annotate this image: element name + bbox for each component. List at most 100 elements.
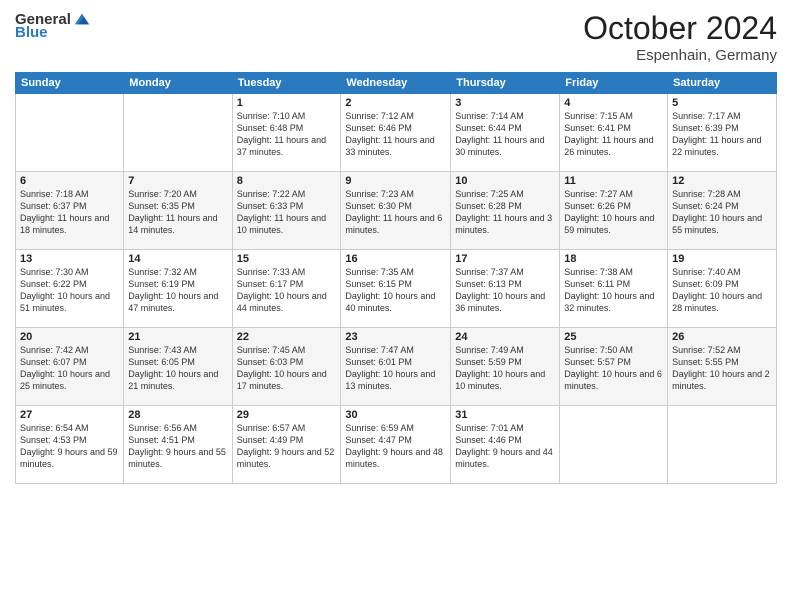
day-number: 1	[237, 97, 337, 109]
week-row-4: 20Sunrise: 7:42 AM Sunset: 6:07 PM Dayli…	[16, 328, 777, 406]
table-cell: 23Sunrise: 7:47 AM Sunset: 6:01 PM Dayli…	[341, 328, 451, 406]
day-number: 7	[128, 175, 227, 187]
table-cell: 29Sunrise: 6:57 AM Sunset: 4:49 PM Dayli…	[232, 406, 341, 484]
day-info: Sunrise: 6:56 AM Sunset: 4:51 PM Dayligh…	[128, 422, 227, 471]
col-wednesday: Wednesday	[341, 73, 451, 94]
day-info: Sunrise: 7:47 AM Sunset: 6:01 PM Dayligh…	[345, 344, 446, 393]
day-number: 24	[455, 331, 555, 343]
col-sunday: Sunday	[16, 73, 124, 94]
col-friday: Friday	[560, 73, 668, 94]
week-row-2: 6Sunrise: 7:18 AM Sunset: 6:37 PM Daylig…	[16, 172, 777, 250]
table-cell: 2Sunrise: 7:12 AM Sunset: 6:46 PM Daylig…	[341, 94, 451, 172]
week-row-5: 27Sunrise: 6:54 AM Sunset: 4:53 PM Dayli…	[16, 406, 777, 484]
col-thursday: Thursday	[451, 73, 560, 94]
day-info: Sunrise: 7:12 AM Sunset: 6:46 PM Dayligh…	[345, 110, 446, 159]
week-row-1: 1Sunrise: 7:10 AM Sunset: 6:48 PM Daylig…	[16, 94, 777, 172]
table-cell: 28Sunrise: 6:56 AM Sunset: 4:51 PM Dayli…	[124, 406, 232, 484]
table-cell: 14Sunrise: 7:32 AM Sunset: 6:19 PM Dayli…	[124, 250, 232, 328]
table-cell: 19Sunrise: 7:40 AM Sunset: 6:09 PM Dayli…	[668, 250, 777, 328]
day-number: 9	[345, 175, 446, 187]
day-info: Sunrise: 7:49 AM Sunset: 5:59 PM Dayligh…	[455, 344, 555, 393]
day-number: 11	[564, 175, 663, 187]
day-number: 6	[20, 175, 119, 187]
table-cell: 10Sunrise: 7:25 AM Sunset: 6:28 PM Dayli…	[451, 172, 560, 250]
day-info: Sunrise: 7:45 AM Sunset: 6:03 PM Dayligh…	[237, 344, 337, 393]
day-number: 17	[455, 253, 555, 265]
table-cell: 6Sunrise: 7:18 AM Sunset: 6:37 PM Daylig…	[16, 172, 124, 250]
table-cell: 26Sunrise: 7:52 AM Sunset: 5:55 PM Dayli…	[668, 328, 777, 406]
day-number: 3	[455, 97, 555, 109]
table-cell: 18Sunrise: 7:38 AM Sunset: 6:11 PM Dayli…	[560, 250, 668, 328]
col-saturday: Saturday	[668, 73, 777, 94]
day-info: Sunrise: 7:17 AM Sunset: 6:39 PM Dayligh…	[672, 110, 772, 159]
col-monday: Monday	[124, 73, 232, 94]
table-cell: 16Sunrise: 7:35 AM Sunset: 6:15 PM Dayli…	[341, 250, 451, 328]
day-info: Sunrise: 7:10 AM Sunset: 6:48 PM Dayligh…	[237, 110, 337, 159]
day-info: Sunrise: 7:28 AM Sunset: 6:24 PM Dayligh…	[672, 188, 772, 237]
table-cell: 21Sunrise: 7:43 AM Sunset: 6:05 PM Dayli…	[124, 328, 232, 406]
day-number: 23	[345, 331, 446, 343]
title-area: October 2024 Espenhain, Germany	[583, 10, 777, 64]
header: General Blue October 2024 Espenhain, Ger…	[15, 10, 777, 64]
month-title: October 2024	[583, 10, 777, 47]
table-cell	[124, 94, 232, 172]
logo-icon	[73, 10, 91, 28]
day-info: Sunrise: 7:14 AM Sunset: 6:44 PM Dayligh…	[455, 110, 555, 159]
page: General Blue October 2024 Espenhain, Ger…	[0, 0, 792, 612]
table-cell	[560, 406, 668, 484]
table-cell: 12Sunrise: 7:28 AM Sunset: 6:24 PM Dayli…	[668, 172, 777, 250]
day-info: Sunrise: 7:01 AM Sunset: 4:46 PM Dayligh…	[455, 422, 555, 471]
day-number: 14	[128, 253, 227, 265]
col-tuesday: Tuesday	[232, 73, 341, 94]
day-number: 18	[564, 253, 663, 265]
day-number: 30	[345, 409, 446, 421]
logo-blue-text: Blue	[15, 24, 48, 41]
table-cell: 5Sunrise: 7:17 AM Sunset: 6:39 PM Daylig…	[668, 94, 777, 172]
day-info: Sunrise: 7:43 AM Sunset: 6:05 PM Dayligh…	[128, 344, 227, 393]
table-cell: 9Sunrise: 7:23 AM Sunset: 6:30 PM Daylig…	[341, 172, 451, 250]
logo: General Blue	[15, 10, 91, 41]
table-cell: 22Sunrise: 7:45 AM Sunset: 6:03 PM Dayli…	[232, 328, 341, 406]
day-info: Sunrise: 7:22 AM Sunset: 6:33 PM Dayligh…	[237, 188, 337, 237]
table-cell: 4Sunrise: 7:15 AM Sunset: 6:41 PM Daylig…	[560, 94, 668, 172]
day-number: 5	[672, 97, 772, 109]
day-info: Sunrise: 7:25 AM Sunset: 6:28 PM Dayligh…	[455, 188, 555, 237]
day-info: Sunrise: 6:59 AM Sunset: 4:47 PM Dayligh…	[345, 422, 446, 471]
calendar-table: Sunday Monday Tuesday Wednesday Thursday…	[15, 72, 777, 484]
day-info: Sunrise: 7:32 AM Sunset: 6:19 PM Dayligh…	[128, 266, 227, 315]
day-info: Sunrise: 7:52 AM Sunset: 5:55 PM Dayligh…	[672, 344, 772, 393]
table-cell: 7Sunrise: 7:20 AM Sunset: 6:35 PM Daylig…	[124, 172, 232, 250]
day-info: Sunrise: 7:30 AM Sunset: 6:22 PM Dayligh…	[20, 266, 119, 315]
day-number: 15	[237, 253, 337, 265]
day-number: 22	[237, 331, 337, 343]
day-number: 20	[20, 331, 119, 343]
day-number: 19	[672, 253, 772, 265]
table-cell: 15Sunrise: 7:33 AM Sunset: 6:17 PM Dayli…	[232, 250, 341, 328]
day-info: Sunrise: 7:23 AM Sunset: 6:30 PM Dayligh…	[345, 188, 446, 237]
day-info: Sunrise: 7:40 AM Sunset: 6:09 PM Dayligh…	[672, 266, 772, 315]
day-info: Sunrise: 7:38 AM Sunset: 6:11 PM Dayligh…	[564, 266, 663, 315]
table-cell: 30Sunrise: 6:59 AM Sunset: 4:47 PM Dayli…	[341, 406, 451, 484]
table-cell: 13Sunrise: 7:30 AM Sunset: 6:22 PM Dayli…	[16, 250, 124, 328]
table-cell: 17Sunrise: 7:37 AM Sunset: 6:13 PM Dayli…	[451, 250, 560, 328]
day-info: Sunrise: 7:18 AM Sunset: 6:37 PM Dayligh…	[20, 188, 119, 237]
calendar-header-row: Sunday Monday Tuesday Wednesday Thursday…	[16, 73, 777, 94]
day-info: Sunrise: 7:20 AM Sunset: 6:35 PM Dayligh…	[128, 188, 227, 237]
day-info: Sunrise: 7:37 AM Sunset: 6:13 PM Dayligh…	[455, 266, 555, 315]
day-number: 29	[237, 409, 337, 421]
table-cell	[668, 406, 777, 484]
day-info: Sunrise: 7:42 AM Sunset: 6:07 PM Dayligh…	[20, 344, 119, 393]
day-number: 26	[672, 331, 772, 343]
day-info: Sunrise: 7:27 AM Sunset: 6:26 PM Dayligh…	[564, 188, 663, 237]
week-row-3: 13Sunrise: 7:30 AM Sunset: 6:22 PM Dayli…	[16, 250, 777, 328]
table-cell: 24Sunrise: 7:49 AM Sunset: 5:59 PM Dayli…	[451, 328, 560, 406]
day-number: 21	[128, 331, 227, 343]
table-cell: 8Sunrise: 7:22 AM Sunset: 6:33 PM Daylig…	[232, 172, 341, 250]
table-cell: 3Sunrise: 7:14 AM Sunset: 6:44 PM Daylig…	[451, 94, 560, 172]
day-number: 25	[564, 331, 663, 343]
day-info: Sunrise: 7:15 AM Sunset: 6:41 PM Dayligh…	[564, 110, 663, 159]
day-number: 13	[20, 253, 119, 265]
table-cell: 31Sunrise: 7:01 AM Sunset: 4:46 PM Dayli…	[451, 406, 560, 484]
day-info: Sunrise: 7:33 AM Sunset: 6:17 PM Dayligh…	[237, 266, 337, 315]
table-cell: 25Sunrise: 7:50 AM Sunset: 5:57 PM Dayli…	[560, 328, 668, 406]
